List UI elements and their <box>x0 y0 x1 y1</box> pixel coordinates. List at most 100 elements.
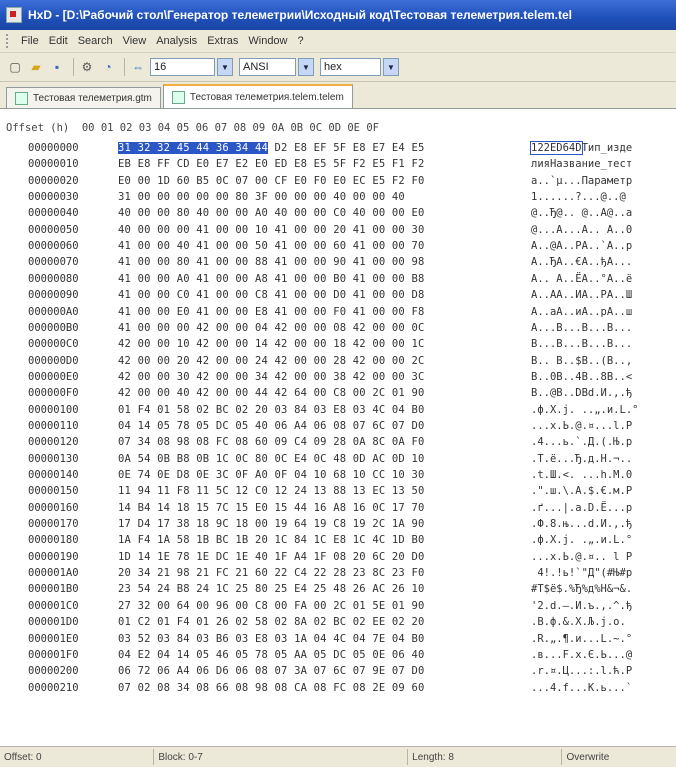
row-hex-bytes[interactable]: 41 00 00 C0 41 00 00 C8 41 00 00 D0 41 0… <box>118 289 425 301</box>
row-text[interactable]: B..0B..4B..8B..< <box>531 371 632 383</box>
row-text[interactable]: '2.d.–.И.ъ.,.^.ђ <box>531 600 632 612</box>
status-offset: Offset: 0 <box>0 749 155 765</box>
menu-edit[interactable]: Edit <box>44 35 73 47</box>
menu-analysis[interactable]: Analysis <box>151 35 202 47</box>
row-hex-bytes[interactable]: 42 00 00 10 42 00 00 14 42 00 00 18 42 0… <box>118 338 425 350</box>
menu-view[interactable]: View <box>118 35 152 47</box>
row-text[interactable]: @...A...A.. A..0 <box>531 224 632 236</box>
row-text[interactable]: .ґ...|.а.D.Ё...p <box>531 502 632 514</box>
row-hex-bytes[interactable]: 07 34 08 98 08 FC 08 60 09 C4 09 28 0A 8… <box>118 436 425 448</box>
menu-extras[interactable]: Extras <box>202 35 243 47</box>
chevron-down-icon[interactable]: ▼ <box>383 58 399 76</box>
row-hex-bytes[interactable]: 41 00 00 E0 41 00 00 E8 41 00 00 F0 41 0… <box>118 306 425 318</box>
menu-search[interactable]: Search <box>73 35 118 47</box>
row-hex-bytes[interactable]: 17 D4 17 38 18 9C 18 00 19 64 19 C8 19 2… <box>118 518 425 530</box>
row-hex-bytes[interactable]: 1D 14 1E 78 1E DC 1E 40 1F A4 1F 08 20 6… <box>118 551 425 563</box>
row-hex-bytes[interactable]: 01 C2 01 F4 01 26 02 58 02 8A 02 BC 02 E… <box>118 616 425 628</box>
row-text[interactable]: ...4.f...К.ь...` <box>531 682 632 694</box>
row-text[interactable]: .R.„.¶.и...L.~.° <box>531 633 632 645</box>
row-hex-bytes[interactable]: 0A 54 0B B8 0B 1C 0C 80 0C E4 0C 48 0D A… <box>118 453 425 465</box>
row-text[interactable]: B.. B..$B..(B.., <box>531 355 632 367</box>
row-text[interactable]: @..Ђ@.. @..А@..а <box>531 207 632 219</box>
row-text[interactable]: 4!.!ь!`"Д"(#Њ#р <box>531 567 632 579</box>
row-text[interactable]: #T$ё$.%Ђ%д%H&¬&. <box>531 583 632 595</box>
row-text[interactable]: лияНазвание_тест <box>531 158 632 170</box>
chevron-down-icon[interactable]: ▼ <box>217 58 233 76</box>
row-hex-bytes[interactable]: 41 00 00 00 42 00 00 04 42 00 00 08 42 0… <box>118 322 425 334</box>
row-offset: 000000D0 <box>28 354 79 367</box>
open-folder-icon[interactable]: ▰ <box>27 58 45 76</box>
row-hex-bytes[interactable]: 07 02 08 34 08 66 08 98 08 CA 08 FC 08 2… <box>118 682 425 694</box>
row-text[interactable]: .ф.X.ј. ..„.и.L.° <box>531 404 638 416</box>
row-text[interactable]: а..`µ...Параметр <box>531 175 632 187</box>
hex-editor[interactable]: Offset (h) 00 01 02 03 04 05 06 07 08 09… <box>0 110 676 746</box>
row-text[interactable]: ...x.Ь.@.¤...l.Р <box>531 420 632 432</box>
row-text[interactable]: .В.ф.&.X.Љ.ј.о. <box>531 616 632 628</box>
menu-window[interactable]: Window <box>243 35 292 47</box>
row-hex-bytes[interactable]: 40 00 00 00 41 00 00 10 41 00 00 20 41 0… <box>118 224 425 236</box>
menu-help[interactable]: ? <box>293 35 309 47</box>
columns-icon[interactable]: ⇔ <box>129 58 147 76</box>
selected-text[interactable]: 122ED64D <box>530 141 583 155</box>
row-hex-bytes[interactable]: 42 00 00 40 42 00 00 44 42 64 00 C8 00 2… <box>118 387 425 399</box>
row-hex-bytes[interactable]: 1A F4 1A 58 1B BC 1B 20 1C 84 1C E8 1C 4… <box>118 534 425 546</box>
row-hex-bytes[interactable]: E0 00 1D 60 B5 0C 07 00 CF E0 F0 E0 EC E… <box>118 175 425 187</box>
row-text[interactable]: .T.ё...Ђ.д.H.¬.. <box>531 453 632 465</box>
chevron-down-icon[interactable]: ▼ <box>298 58 314 76</box>
tab-telem[interactable]: Тестовая телеметрия.telem.telem <box>162 84 353 108</box>
row-text[interactable]: .".ш.\.А.$.€.м.P <box>531 485 632 497</box>
row-offset: 000000E0 <box>28 370 79 383</box>
menu-grip-icon <box>6 34 12 48</box>
row-hex-bytes[interactable]: 41 00 00 80 41 00 00 88 41 00 00 90 41 0… <box>118 256 425 268</box>
charset-select[interactable]: ANSI <box>239 58 296 76</box>
offset-base-select[interactable]: hex <box>320 58 381 76</box>
row-hex-bytes[interactable]: 11 94 11 F8 11 5C 12 C0 12 24 13 88 13 E… <box>118 485 425 497</box>
row-hex-bytes[interactable]: 04 E2 04 14 05 46 05 78 05 AA 05 DC 05 0… <box>118 649 425 661</box>
bytes-per-row-select[interactable]: 16 <box>150 58 215 76</box>
row-hex-bytes[interactable]: 41 00 00 40 41 00 00 50 41 00 00 60 41 0… <box>118 240 425 252</box>
row-hex-bytes[interactable]: 42 00 00 20 42 00 00 24 42 00 00 28 42 0… <box>118 355 425 367</box>
properties-icon[interactable]: ⚙ <box>78 58 96 76</box>
row-text[interactable]: .в...F.x.Є.Ь...@ <box>531 649 632 661</box>
row-hex-bytes[interactable]: 40 00 00 80 40 00 00 A0 40 00 00 C0 40 0… <box>118 207 425 219</box>
row-text[interactable]: ...x.Ь.@.¤.. l Р <box>531 551 632 563</box>
row-hex-bytes[interactable]: 42 00 00 30 42 00 00 34 42 00 00 38 42 0… <box>118 371 425 383</box>
new-file-icon[interactable]: ▢ <box>6 58 24 76</box>
row-text[interactable]: .Ф.8.њ...d.И.,.ђ <box>531 518 632 530</box>
save-icon[interactable]: ▪ <box>48 58 66 76</box>
row-text[interactable]: A..АA..ИA..РA..Ш <box>531 289 632 301</box>
row-text[interactable]: 1......?...@..@ <box>531 191 626 203</box>
row-hex-bytes[interactable]: 31 00 00 00 00 00 80 3F 00 00 00 40 00 0… <box>118 191 405 203</box>
row-hex-bytes[interactable]: 41 00 00 A0 41 00 00 A8 41 00 00 B0 41 0… <box>118 273 425 285</box>
row-text[interactable]: A.. A..ЁA..°A..ё <box>531 273 632 285</box>
toolbar-separator <box>124 58 125 76</box>
row-hex-bytes[interactable]: 23 54 24 B8 24 1C 25 80 25 E4 25 48 26 A… <box>118 583 425 595</box>
row-text[interactable]: .4...ь.`.Д.(.Њ.р <box>531 436 632 448</box>
row-hex-bytes[interactable]: 04 14 05 78 05 DC 05 40 06 A4 06 08 07 6… <box>118 420 425 432</box>
tab-gtm[interactable]: Тестовая телеметрия.gtm <box>6 87 161 108</box>
row-text[interactable]: B...B...B...B... <box>531 338 632 350</box>
row-text[interactable]: 122ED64DТип_изде <box>530 141 632 155</box>
row-text[interactable]: .r.¤.Ц...:.l.ћ.Р <box>531 665 632 677</box>
refresh-icon[interactable]: ◔ <box>99 58 117 76</box>
row-text[interactable]: A...B...B...B... <box>531 322 632 334</box>
row-text[interactable]: B..@B..DBd.И.,.ђ <box>531 387 632 399</box>
row-offset: 00000070 <box>28 256 79 269</box>
row-hex-bytes[interactable]: 0E 74 0E D8 0E 3C 0F A0 0F 04 10 68 10 C… <box>118 469 425 481</box>
row-text[interactable]: .t.Ш.<. ...h.М.0 <box>531 469 632 481</box>
row-hex-bytes[interactable]: EB E8 FF CD E0 E7 E2 E0 ED E8 E5 5F F2 E… <box>118 158 425 170</box>
selected-bytes[interactable]: 31 32 32 45 44 36 34 44 <box>118 142 268 154</box>
row-hex-bytes[interactable]: 31 32 32 45 44 36 34 44 D2 E8 EF 5F E8 E… <box>118 142 425 154</box>
menu-file[interactable]: File <box>16 35 44 47</box>
toolbar: ▢ ▰ ▪ ⚙ ◔ ⇔ 16 ▼ ANSI ▼ hex ▼ <box>0 53 676 82</box>
row-hex-bytes[interactable]: 06 72 06 A4 06 D6 06 08 07 3A 07 6C 07 9… <box>118 665 425 677</box>
row-hex-bytes[interactable]: 20 34 21 98 21 FC 21 60 22 C4 22 28 23 8… <box>118 567 425 579</box>
row-text[interactable]: A..@A..PA..`A..p <box>531 240 632 252</box>
row-text[interactable]: .ф.X.ј. .„.и.L.° <box>531 534 632 546</box>
row-hex-bytes[interactable]: 14 B4 14 18 15 7C 15 E0 15 44 16 A8 16 0… <box>118 502 425 514</box>
row-text[interactable]: A..ЂA..€A..ђA... <box>531 256 632 268</box>
row-hex-bytes[interactable]: 01 F4 01 58 02 BC 02 20 03 84 03 E8 03 4… <box>118 404 425 416</box>
row-hex-bytes[interactable]: 03 52 03 84 03 B6 03 E8 03 1A 04 4C 04 7… <box>118 633 425 645</box>
row-text[interactable]: A..аA..иA..рA..ш <box>531 306 632 318</box>
row-hex-bytes[interactable]: 27 32 00 64 00 96 00 C8 00 FA 00 2C 01 5… <box>118 600 425 612</box>
